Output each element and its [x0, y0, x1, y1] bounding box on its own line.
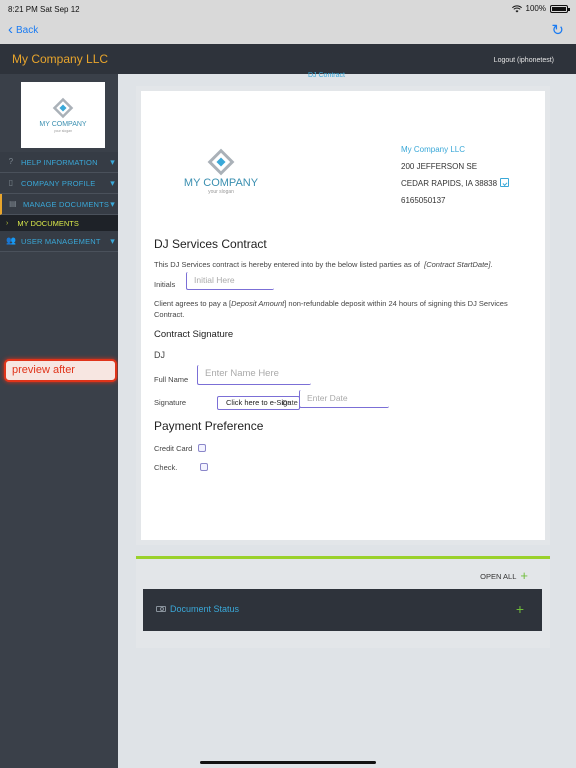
status-bar: 8:21 PM Sat Sep 12 100%	[0, 0, 576, 18]
intro-variable: [Contract StartDate]	[424, 260, 491, 269]
sidebar-item-manage-documents[interactable]: ▤ MANAGE DOCUMENTS ▾	[0, 194, 118, 215]
company-phone: 6165050137	[401, 196, 446, 205]
deposit-paragraph: Client agrees to pay a [Deposit Amount] …	[154, 298, 534, 320]
company-logo: MY COMPANY your slogan	[39, 97, 87, 133]
company-title: My Company LLC	[12, 52, 109, 66]
sidebar-item-label: MANAGE DOCUMENTS	[23, 199, 110, 209]
sidebar-menu: ? HELP INFORMATION ▾ ▯ COMPANY PROFILE ▾…	[0, 152, 118, 252]
sidebar-item-help[interactable]: ? HELP INFORMATION ▾	[0, 152, 118, 173]
chevron-right-icon: ›	[6, 219, 9, 227]
doc-logo-tagline: your slogan	[208, 189, 234, 195]
deposit-text: Contract.	[154, 310, 185, 319]
deposit-variable: Deposit Amount	[231, 299, 285, 308]
intro-text: This DJ Services contract is hereby ente…	[154, 260, 420, 269]
full-name-label: Full Name	[154, 375, 189, 384]
chevron-down-icon: ▾	[110, 199, 115, 209]
expand-plus-icon[interactable]: +	[516, 601, 524, 617]
document-heading: DJ Services Contract	[154, 237, 267, 251]
sidebar-logo: MY COMPANY your slogan	[21, 82, 105, 148]
company-address: My Company LLC 200 JEFFERSON SE CEDAR RA…	[401, 141, 510, 209]
intro-paragraph: This DJ Services contract is hereby ente…	[154, 260, 493, 269]
open-all-label: OPEN ALL	[480, 571, 517, 581]
credit-card-label: Credit Card	[154, 444, 193, 453]
sidebar-subitem-label: MY DOCUMENTS	[17, 218, 79, 228]
logo-tagline: your slogan	[54, 129, 72, 133]
logout-link[interactable]: Logout (iphonetest)	[494, 57, 554, 64]
chevron-down-icon: ▾	[110, 178, 115, 188]
doc-logo-title: MY COMPANY	[184, 177, 259, 189]
users-icon: 👥	[6, 236, 17, 245]
check-checkbox[interactable]	[200, 463, 208, 471]
help-icon: ?	[8, 157, 14, 166]
address-line-2: CEDAR RAPIDS, IA 38838	[401, 179, 498, 188]
app-header: My Company LLC Logout (iphonetest)	[0, 44, 576, 74]
battery-percent: 100%	[525, 4, 546, 13]
full-name-input[interactable]: Enter Name Here	[197, 365, 311, 385]
accordion-item-label: Document Status	[170, 604, 240, 614]
dj-label: DJ	[154, 350, 165, 360]
home-indicator	[200, 761, 376, 764]
accordion-item-document-status[interactable]: Document Status +	[143, 589, 542, 631]
chevron-left-icon: ‹	[8, 21, 13, 38]
sidebar-item-user-management[interactable]: 👥 USER MANAGEMENT ▾	[0, 231, 118, 252]
sidebar: MY COMPANY your slogan ? HELP INFORMATIO…	[0, 74, 118, 768]
money-icon	[156, 606, 166, 612]
credit-card-checkbox[interactable]	[198, 444, 206, 452]
document-icon: ▤	[9, 199, 17, 208]
main-content: DJ Contract MY COMPANY your slogan My Co…	[118, 72, 576, 768]
navigation-bar: ‹ Back ↻	[0, 18, 576, 44]
sidebar-item-label: COMPANY PROFILE	[21, 178, 96, 188]
date-input[interactable]: Enter Date	[299, 390, 389, 408]
accordion-item-title: Document Status	[156, 604, 239, 614]
payment-heading: Payment Preference	[154, 419, 264, 433]
check-label: Check.	[154, 463, 178, 472]
chevron-down-icon: ▾	[110, 157, 115, 167]
back-button[interactable]: ‹ Back	[8, 21, 39, 38]
back-label: Back	[16, 24, 39, 36]
phone-icon: ▯	[8, 178, 14, 187]
document-page: MY COMPANY your slogan My Company LLC 20…	[141, 91, 545, 540]
plus-icon: +	[520, 568, 528, 583]
document-logo: MY COMPANY your slogan	[184, 148, 259, 195]
document-frame: MY COMPANY your slogan My Company LLC 20…	[136, 86, 550, 545]
sidebar-subitem-my-documents[interactable]: › MY DOCUMENTS	[0, 215, 118, 231]
battery-icon	[550, 4, 570, 13]
address-line-1: 200 JEFFERSON SE	[401, 162, 478, 171]
date-label: Date	[282, 398, 298, 407]
sidebar-item-label: USER MANAGEMENT	[21, 236, 101, 246]
deposit-text: ] non-refundable deposit within 24 hours…	[284, 299, 508, 308]
doc-company-name: My Company LLC	[401, 145, 466, 154]
status-time: 8:21 PM Sat Sep 12	[8, 5, 80, 14]
accordion: OPEN ALL + Document Status +	[136, 556, 550, 648]
edit-icon[interactable]	[500, 178, 510, 187]
refresh-icon[interactable]: ↻	[551, 21, 564, 39]
chevron-down-icon: ▾	[110, 236, 115, 246]
initials-input[interactable]: Initial Here	[186, 272, 274, 290]
signature-label: Signature	[154, 398, 187, 407]
logo-title: MY COMPANY	[39, 121, 87, 128]
initials-label: Initials	[154, 280, 176, 289]
status-right: 100%	[511, 4, 570, 13]
sidebar-item-label: HELP INFORMATION	[21, 157, 98, 167]
deposit-text: Client agrees to pay a [	[154, 299, 232, 308]
preview-after-button[interactable]: preview after	[4, 359, 117, 382]
wifi-icon	[511, 4, 522, 12]
open-all-button[interactable]: OPEN ALL +	[480, 568, 528, 583]
signature-heading: Contract Signature	[154, 329, 234, 340]
sidebar-item-company-profile[interactable]: ▯ COMPANY PROFILE ▾	[0, 173, 118, 194]
document-tab-title: DJ Contract	[308, 72, 345, 79]
